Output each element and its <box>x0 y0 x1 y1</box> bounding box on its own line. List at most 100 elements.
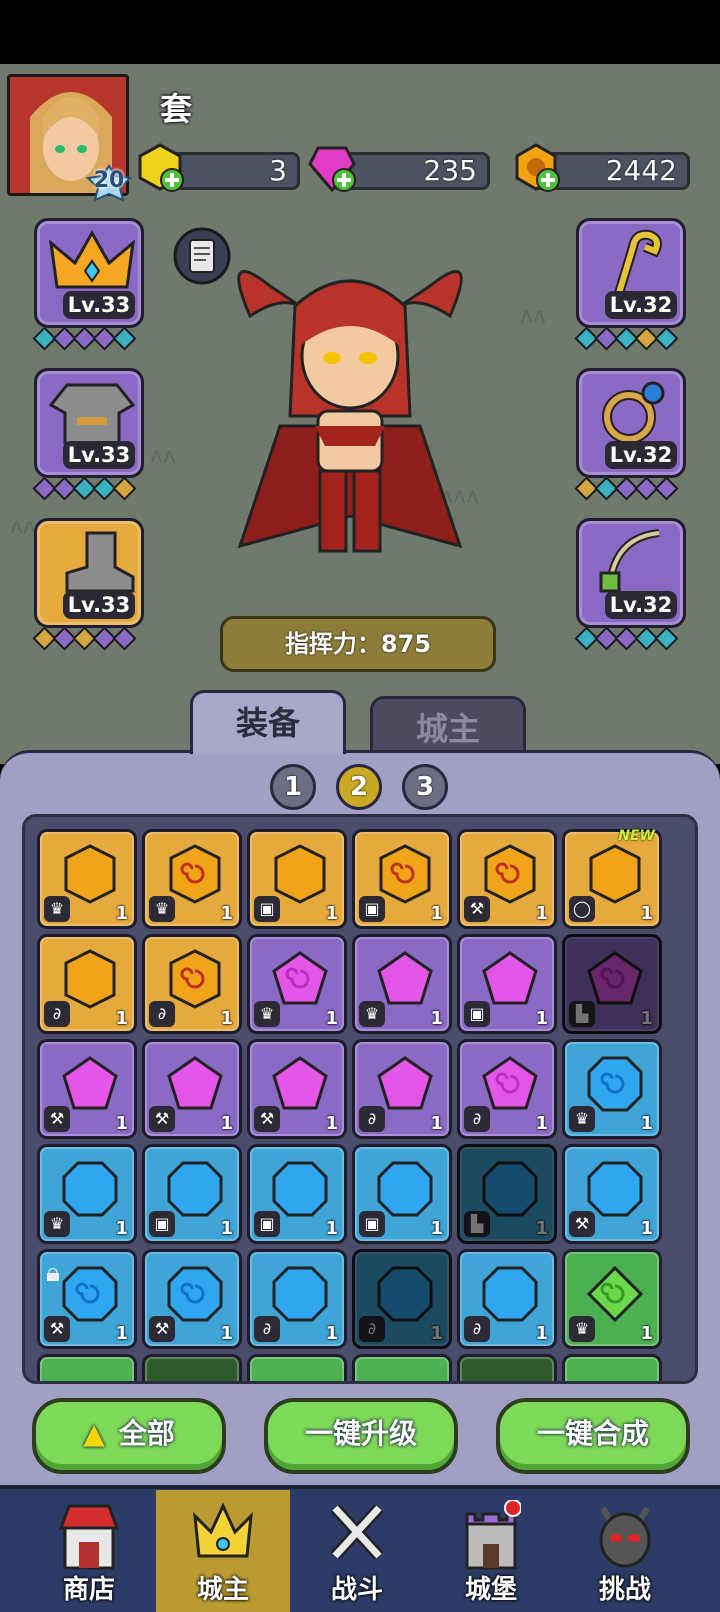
inventory-item[interactable] <box>37 1354 137 1381</box>
inventory-item[interactable]: ⚒ 1 🔒︎ <box>37 1249 137 1349</box>
inventory-item[interactable] <box>457 1354 557 1381</box>
inventory-item[interactable]: ⚒ 1 <box>562 1144 662 1244</box>
inventory-item[interactable]: ▙ 1 <box>457 1144 557 1244</box>
inventory-item[interactable] <box>247 1354 347 1381</box>
item-count: 1 <box>325 1113 338 1134</box>
gem-icon <box>64 844 116 904</box>
gem-icon <box>64 949 116 1009</box>
gem-icon <box>272 1266 328 1322</box>
item-count: 1 <box>325 1218 338 1239</box>
hero-character[interactable] <box>200 236 500 596</box>
nav-castle[interactable]: 城堡 <box>424 1490 558 1612</box>
slot-amulet[interactable]: Lv.32 <box>576 518 686 628</box>
inventory-item[interactable]: ♛ 1 <box>37 829 137 929</box>
inventory-item[interactable]: ▙ 1 <box>562 934 662 1034</box>
inventory-item[interactable]: ▣ 1 <box>247 829 347 929</box>
gem-icon <box>587 1161 643 1217</box>
amulet-type-icon: ∂ <box>149 1001 175 1027</box>
page-2-button[interactable]: 2 <box>336 764 382 810</box>
nav-battle[interactable]: 战斗 <box>290 1490 424 1612</box>
gem-icon <box>167 1266 223 1322</box>
inventory-item[interactable] <box>562 1354 662 1381</box>
gem-icon <box>62 1266 118 1322</box>
inventory-item[interactable]: ⚒ 1 <box>457 829 557 929</box>
inventory-item[interactable]: ⚒ 1 <box>247 1039 347 1139</box>
slot-level: Lv.32 <box>605 291 677 319</box>
gem-icon <box>274 844 326 904</box>
amulet-type-icon: ∂ <box>44 1001 70 1027</box>
inventory-item[interactable] <box>142 1354 242 1381</box>
inventory-item[interactable]: ◯ 1 NEW <box>562 828 662 929</box>
inventory-item[interactable]: ∂ 1 <box>352 1249 452 1349</box>
slot-ring[interactable]: Lv.32 <box>576 368 686 478</box>
gem-icon <box>482 951 538 1005</box>
inventory-item[interactable]: ∂ 1 <box>142 934 242 1034</box>
filter-all-button[interactable]: ▲ 全部 <box>32 1398 226 1474</box>
item-count: 1 <box>325 1323 338 1344</box>
nav-shop[interactable]: 商店 <box>22 1490 156 1612</box>
slot-level: Lv.33 <box>63 441 135 469</box>
inventory-item[interactable] <box>352 1354 452 1381</box>
amulet-type-icon: ∂ <box>359 1106 385 1132</box>
item-count: 1 <box>430 1113 443 1134</box>
nav-challenge[interactable]: 挑战 <box>558 1490 692 1612</box>
inventory-item[interactable]: ⚒ 1 <box>37 1039 137 1139</box>
crown-type-icon: ♛ <box>569 1316 595 1342</box>
inventory-item[interactable]: ▣ 1 <box>142 1144 242 1244</box>
nav-label: 挑战 <box>598 1575 651 1605</box>
item-count: 1 <box>325 903 338 924</box>
slot-armor[interactable]: Lv.33 <box>34 368 144 478</box>
demon-icon <box>599 1506 651 1568</box>
gold-coin-add-icon[interactable] <box>510 142 562 194</box>
crown-type-icon: ♛ <box>359 1001 385 1027</box>
inventory-item[interactable]: ▣ 1 <box>457 934 557 1034</box>
slot-star-dots <box>32 626 137 651</box>
crown-icon <box>193 1502 253 1558</box>
pink-gem-add-icon[interactable] <box>306 142 358 194</box>
crown-type-icon: ♛ <box>44 896 70 922</box>
inventory-item[interactable]: ♛ 1 <box>562 1249 662 1349</box>
inventory-item[interactable]: ♛ 1 <box>247 934 347 1034</box>
one-click-merge-button[interactable]: 一键合成 <box>496 1398 690 1474</box>
crown-type-icon: ♛ <box>149 896 175 922</box>
page-1-button[interactable]: 1 <box>270 764 316 810</box>
inventory-item[interactable]: ∂ 1 <box>247 1249 347 1349</box>
page-3-button[interactable]: 3 <box>402 764 448 810</box>
inventory-item[interactable]: ∂ 1 <box>457 1249 557 1349</box>
gem-icon <box>587 1056 643 1112</box>
nav-lord[interactable]: 城主 <box>156 1490 290 1612</box>
item-count: 1 <box>430 903 443 924</box>
tab-equipment[interactable]: 装备 <box>190 690 346 754</box>
inventory-item[interactable]: ⚒ 1 <box>142 1249 242 1349</box>
inventory-item[interactable]: ∂ 1 <box>352 1039 452 1139</box>
nav-label: 城堡 <box>464 1575 517 1605</box>
nav-label: 城主 <box>196 1575 249 1605</box>
staff-type-icon: ⚒ <box>44 1106 70 1132</box>
inventory-item[interactable]: ⚒ 1 <box>142 1039 242 1139</box>
armor-type-icon: ▣ <box>254 896 280 922</box>
inventory-item[interactable]: ♛ 1 <box>37 1144 137 1244</box>
one-click-upgrade-button[interactable]: 一键升级 <box>264 1398 458 1474</box>
inventory-item[interactable]: ♛ 1 <box>142 829 242 929</box>
armor-type-icon: ▣ <box>359 1211 385 1237</box>
inventory-item[interactable]: ♛ 1 <box>352 934 452 1034</box>
gem-icon <box>587 951 643 1005</box>
crown-type-icon: ♛ <box>44 1211 70 1237</box>
inventory-item[interactable]: ▣ 1 <box>352 1144 452 1244</box>
inventory-item[interactable]: ∂ 1 <box>457 1039 557 1139</box>
inventory-item[interactable]: ∂ 1 <box>37 934 137 1034</box>
slot-boots[interactable]: Lv.33 <box>34 518 144 628</box>
item-count: 1 <box>220 1218 233 1239</box>
inventory-item[interactable]: ▣ 1 <box>352 829 452 929</box>
inventory-item[interactable]: ▣ 1 <box>247 1144 347 1244</box>
inventory-item[interactable]: ♛ 1 <box>562 1039 662 1139</box>
yellow-gem-add-icon[interactable] <box>134 142 186 194</box>
item-count: 1 <box>325 1008 338 1029</box>
gem-icon <box>377 1056 433 1110</box>
player-level: 20 <box>93 168 125 193</box>
item-count: 1 <box>430 1323 443 1344</box>
slot-crown[interactable]: Lv.33 <box>34 218 144 328</box>
gem-icon <box>272 951 328 1005</box>
slot-staff[interactable]: Lv.32 <box>576 218 686 328</box>
item-count: 1 <box>535 903 548 924</box>
